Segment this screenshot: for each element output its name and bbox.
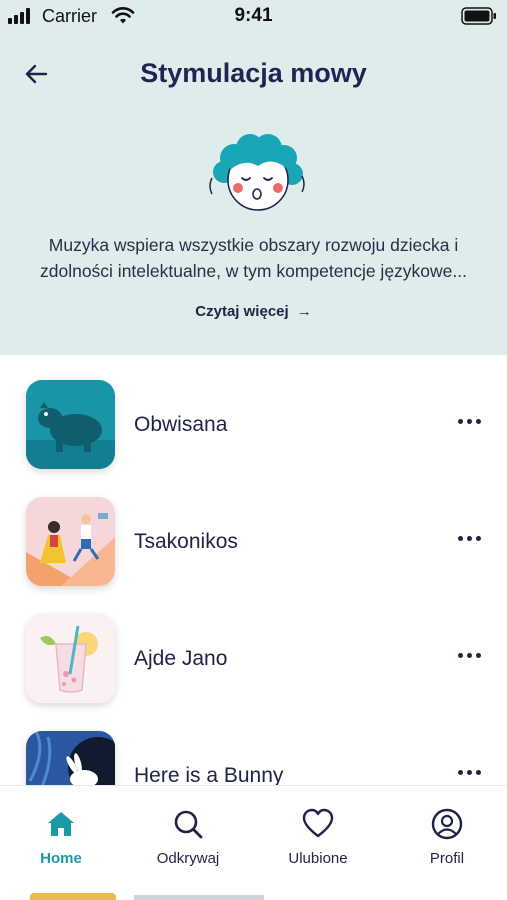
tab-label: Home bbox=[40, 850, 82, 867]
song-title: Obwisana bbox=[134, 413, 228, 436]
tab-label: Profil bbox=[429, 850, 465, 867]
song-item[interactable]: Tsakonikos bbox=[0, 472, 507, 586]
profile-icon bbox=[431, 808, 463, 840]
more-options-icon[interactable] bbox=[452, 526, 486, 550]
home-icon bbox=[48, 812, 74, 836]
tab-label: Odkrywaj bbox=[156, 850, 220, 867]
page-title: Stymulacja mowy bbox=[140, 58, 367, 88]
song-item[interactable]: Obwisana bbox=[0, 355, 507, 469]
battery-icon bbox=[461, 7, 496, 25]
tab-label: Ulubione bbox=[288, 850, 348, 867]
intro-description: Muzyka wspiera wszystkie obszary rozwoju… bbox=[39, 235, 467, 281]
header-panel: Carrier 9:41 Stymulacja mowy Muzyka wspi… bbox=[0, 0, 507, 355]
heart-icon bbox=[302, 808, 334, 838]
status-bar: Carrier 9:41 bbox=[0, 0, 507, 34]
singing-child-illustration bbox=[209, 134, 305, 211]
more-options-icon[interactable] bbox=[452, 409, 486, 433]
screen: Carrier 9:41 Stymulacja mowy Muzyka wspi… bbox=[0, 0, 507, 900]
tab-ulubione[interactable]: Ulubione bbox=[263, 786, 373, 881]
dancers-illustration-icon bbox=[26, 497, 115, 586]
more-options-icon[interactable] bbox=[452, 760, 486, 784]
tab-home[interactable]: Home bbox=[6, 786, 116, 881]
song-title: Tsakonikos bbox=[134, 530, 238, 553]
status-time: 9:41 bbox=[234, 5, 273, 26]
song-title: Ajde Jano bbox=[134, 647, 228, 670]
song-item[interactable]: Ajde Jano bbox=[0, 589, 507, 703]
read-more-link[interactable]: Czytaj więcej → bbox=[0, 303, 507, 320]
search-icon bbox=[174, 810, 203, 839]
hippo-illustration-icon bbox=[26, 380, 115, 469]
next-song-thumbnail-peek bbox=[30, 893, 116, 900]
song-thumbnail bbox=[26, 380, 115, 469]
tab-bar: Home Odkrywaj Ulubione Profil bbox=[0, 785, 507, 900]
song-thumbnail bbox=[26, 614, 115, 703]
read-more-label: Czytaj więcej bbox=[195, 303, 289, 320]
tab-profil[interactable]: Profil bbox=[392, 786, 502, 881]
tab-odkrywaj[interactable]: Odkrywaj bbox=[133, 786, 243, 881]
song-thumbnail bbox=[26, 497, 115, 586]
arrow-right-icon: → bbox=[296, 303, 312, 320]
drink-glass-illustration-icon bbox=[26, 614, 115, 703]
more-options-icon[interactable] bbox=[452, 643, 486, 667]
next-song-title-peek bbox=[134, 895, 264, 900]
